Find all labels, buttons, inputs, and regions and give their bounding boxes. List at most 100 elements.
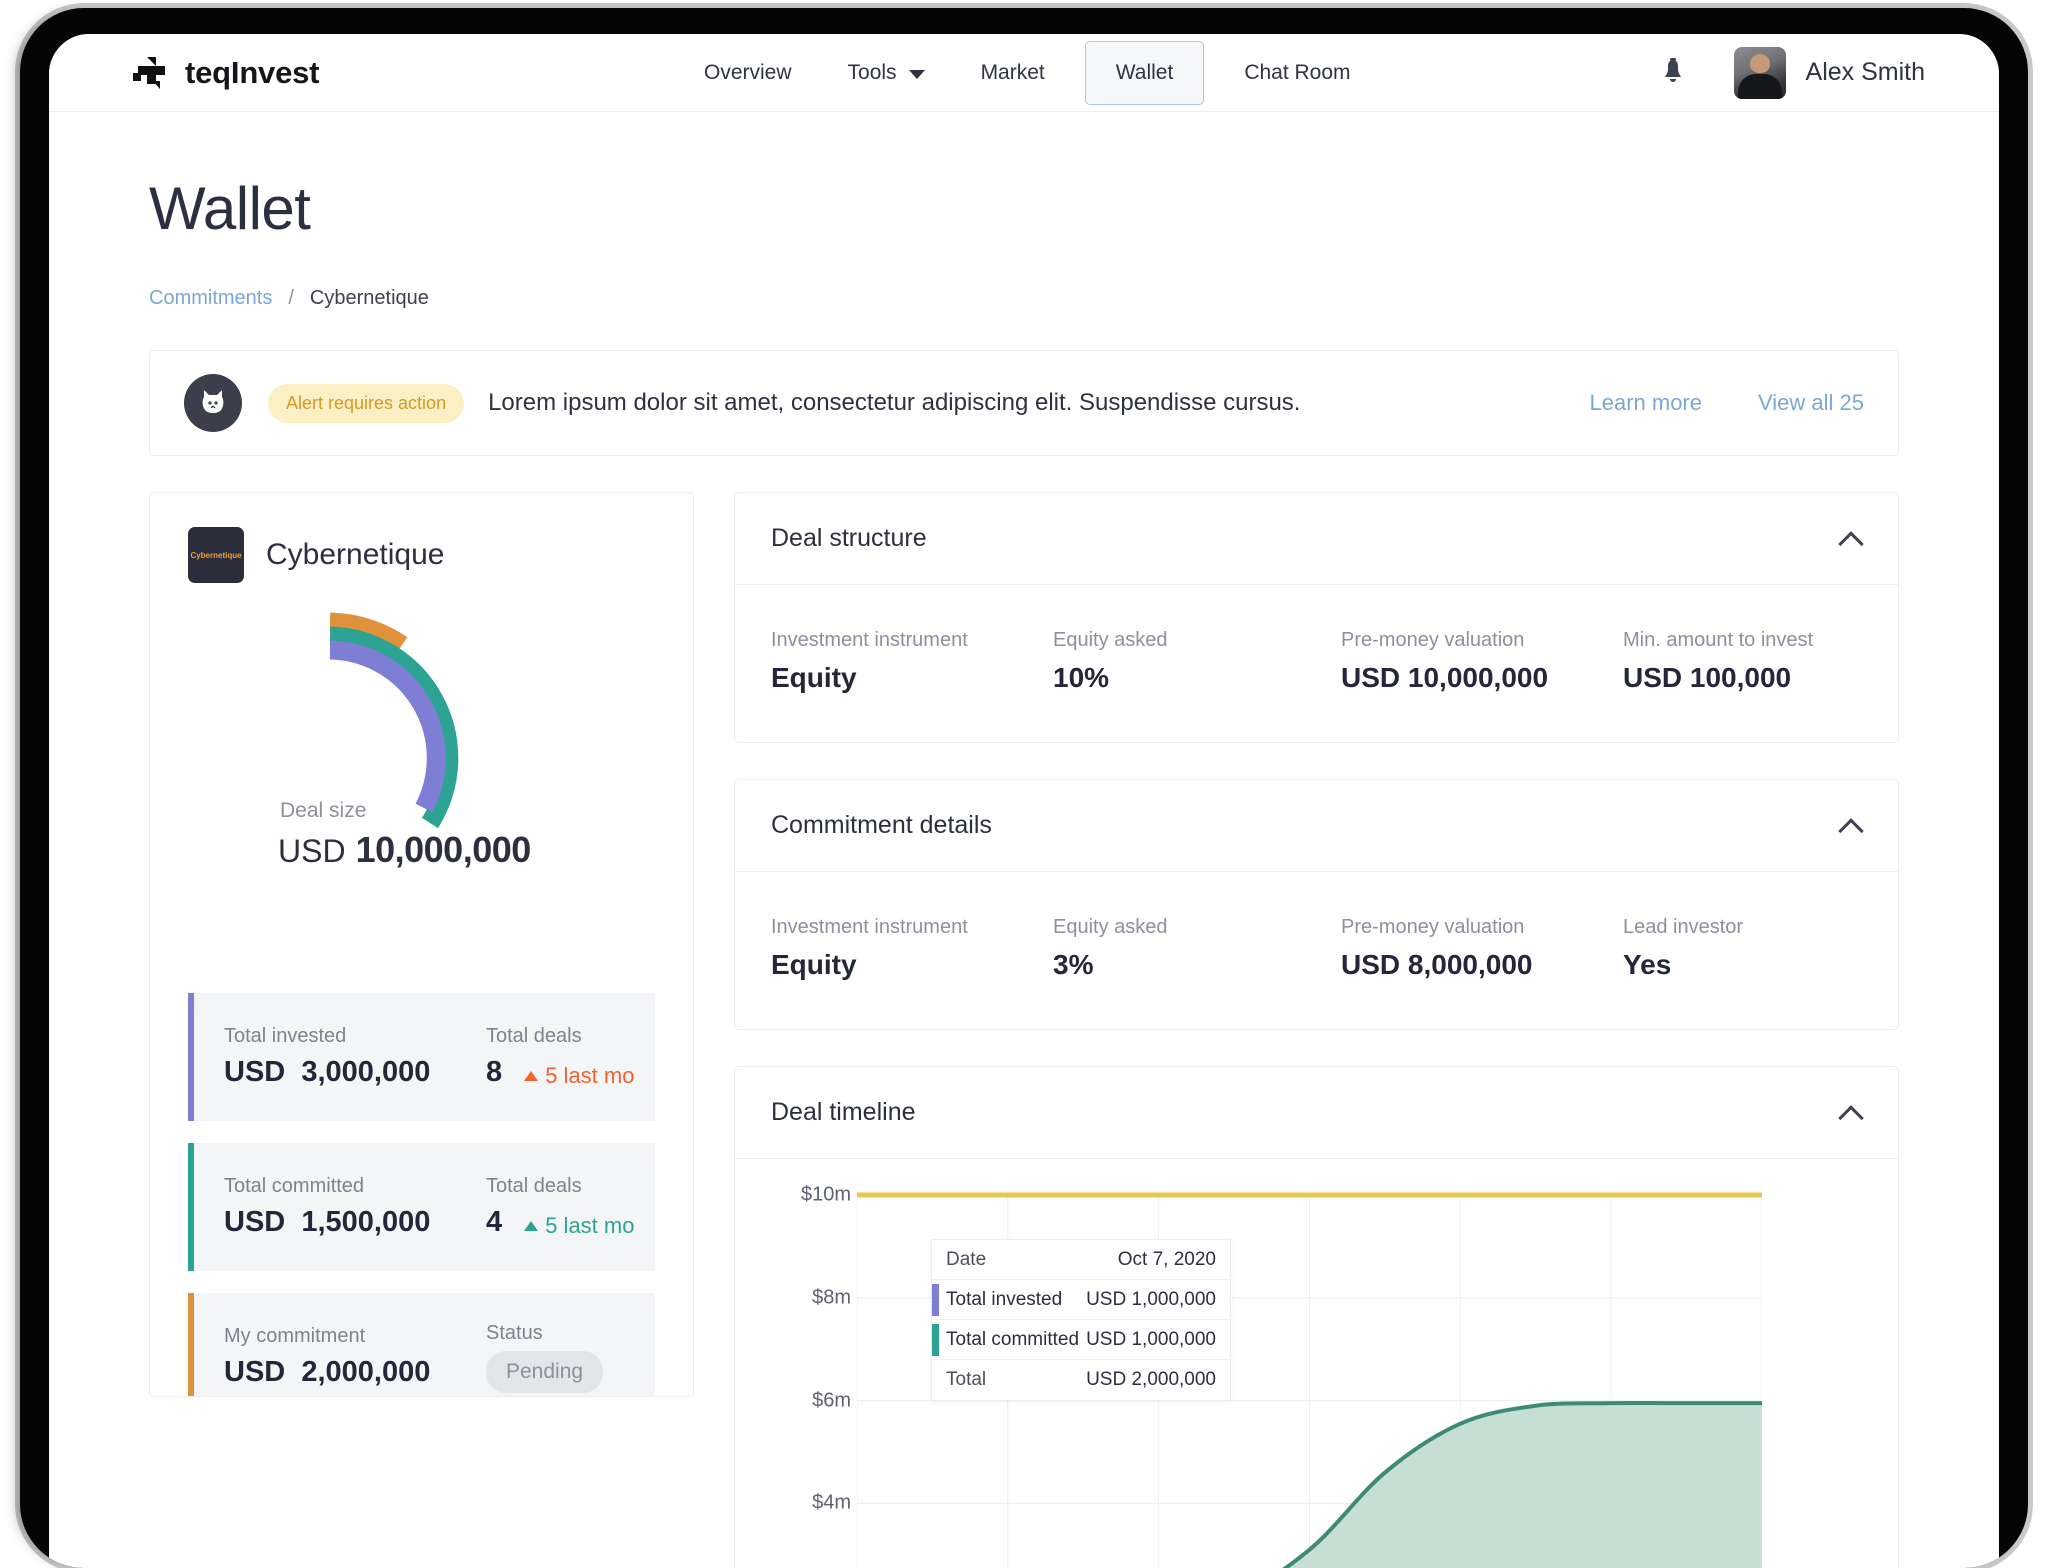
view-all-link[interactable]: View all 25 <box>1758 390 1864 416</box>
tooltip-key: Total invested <box>946 1288 1063 1310</box>
triangle-up-icon <box>524 1071 539 1081</box>
field-investment-instrument: Investment instrument Equity <box>771 629 1053 694</box>
stat-label: My commitment <box>224 1325 366 1347</box>
commitment-details-panel: Commitment details Investment instrument… <box>734 779 1899 1030</box>
field-pre-money-valuation: Pre-money valuation USD 8,000,000 <box>1341 916 1623 981</box>
nav-item-chat-room[interactable]: Chat Room <box>1244 41 1350 105</box>
stat-value: USD 2,000,000 <box>224 1356 486 1389</box>
deal-timeline-chart[interactable]: $10m$8m$6m$4m$2m Date Oct 7, 2020 Total … <box>735 1159 1898 1568</box>
nav-item-overview-label: Overview <box>704 60 792 84</box>
user-menu[interactable]: Alex Smith <box>1733 46 1925 99</box>
learn-more-link[interactable]: Learn more <box>1589 390 1702 416</box>
stat-delta-label: 5 last mo <box>545 1063 635 1088</box>
panel-title: Deal structure <box>771 524 927 552</box>
stat-secondary: Status Pending <box>486 1322 604 1393</box>
stat-card-total-invested: Total invested USD 3,000,000 Total deals… <box>188 993 655 1121</box>
stat-secondary: Total deals 8 5 last mo <box>486 1025 634 1089</box>
chevron-down-icon <box>908 69 925 79</box>
field-value: Equity <box>771 662 857 693</box>
company-header: Cybernetique Cybernetique <box>188 527 655 583</box>
content-columns: Cybernetique Cybernetique Deal size USD … <box>149 492 1899 1568</box>
tooltip-key: Date <box>946 1248 987 1270</box>
panel-title: Deal timeline <box>771 1098 916 1126</box>
breadcrumb-current: Cybernetique <box>309 287 429 309</box>
deal-structure-panel: Deal structure Investment instrument Equ… <box>734 492 1899 743</box>
deal-size-currency: USD <box>278 833 346 869</box>
chart-y-tick-label: $10m <box>800 1183 851 1206</box>
chart-tooltip: Date Oct 7, 2020 Total invested USD 1,00… <box>931 1239 1231 1401</box>
tooltip-row-total-committed: Total committed USD 1,000,000 <box>932 1320 1230 1360</box>
stat-currency: USD <box>224 1206 286 1238</box>
field-pre-money-valuation: Pre-money valuation USD 10,000,000 <box>1341 629 1623 694</box>
brand-name: teqInvest <box>185 54 320 90</box>
page-title: Wallet <box>149 175 311 242</box>
commitment-details-header[interactable]: Commitment details <box>735 780 1898 872</box>
deal-timeline-header[interactable]: Deal timeline <box>735 1067 1898 1159</box>
field-value: USD 8,000,000 <box>1341 949 1533 980</box>
stat-label: Total committed <box>224 1175 365 1197</box>
stat-deal-count: 8 <box>486 1056 503 1088</box>
stat-delta-label: 5 last mo <box>545 1213 635 1238</box>
stat-secondary-label: Total deals <box>486 1175 582 1197</box>
tooltip-row-date: Date Oct 7, 2020 <box>932 1240 1230 1280</box>
tooltip-value: USD 1,000,000 <box>1086 1288 1216 1310</box>
stat-delta: 5 last mo <box>524 1213 634 1239</box>
tablet-device-frame: teqInvest Overview Tools Market Wallet C… <box>20 8 2028 1568</box>
field-row: Investment instrument Equity Equity aske… <box>771 629 1862 694</box>
company-name: Cybernetique <box>266 538 445 571</box>
tooltip-value: Oct 7, 2020 <box>1117 1248 1216 1270</box>
company-summary-card: Cybernetique Cybernetique Deal size USD … <box>149 492 694 1397</box>
deal-size-gauge: Deal size USD 10,000,000 <box>188 601 655 971</box>
deal-structure-header[interactable]: Deal structure <box>735 493 1898 585</box>
stat-secondary-value: 4 5 last mo <box>486 1206 634 1239</box>
stat-currency: USD <box>224 1056 286 1088</box>
alert-actions: Learn more View all 25 <box>1589 390 1864 416</box>
chevron-up-icon[interactable] <box>1840 528 1862 550</box>
nav-item-tools-label: Tools <box>847 60 897 84</box>
nav-right-cluster: Alex Smith <box>1660 46 1925 99</box>
field-value: 3% <box>1053 949 1094 980</box>
nav-item-wallet[interactable]: Wallet <box>1084 40 1205 105</box>
top-navigation-bar: teqInvest Overview Tools Market Wallet C… <box>49 34 1999 112</box>
chevron-up-icon[interactable] <box>1840 1102 1862 1124</box>
status-badge: Alert requires action <box>268 383 465 423</box>
breadcrumb-separator: / <box>288 287 294 309</box>
nav-item-overview[interactable]: Overview <box>704 41 792 105</box>
field-min-amount-to-invest: Min. amount to invest USD 100,000 <box>1623 629 1813 694</box>
deal-size-value: USD 10,000,000 <box>278 829 531 871</box>
brand-logo[interactable]: teqInvest <box>131 53 319 93</box>
stat-secondary: Total deals 4 5 last mo <box>486 1175 634 1239</box>
stat-value: USD 1,500,000 <box>224 1206 486 1239</box>
nav-item-tools[interactable]: Tools <box>848 41 925 105</box>
nav-item-market[interactable]: Market <box>981 41 1045 105</box>
nav-item-market-label: Market <box>980 60 1045 84</box>
field-key: Lead investor <box>1623 916 1744 938</box>
nav-item-wallet-label: Wallet <box>1115 60 1174 84</box>
stat-primary: Total invested USD 3,000,000 <box>224 1025 486 1089</box>
stat-secondary-value: 8 5 last mo <box>486 1056 634 1089</box>
cat-avatar-icon <box>184 374 242 432</box>
field-equity-asked: Equity asked 3% <box>1053 916 1341 981</box>
notifications-bell-icon[interactable] <box>1660 57 1686 88</box>
breadcrumb-link-commitments[interactable]: Commitments <box>149 287 272 310</box>
field-investment-instrument: Investment instrument Equity <box>771 916 1053 981</box>
tooltip-value: USD 2,000,000 <box>1086 1369 1216 1390</box>
status-badge-pending: Pending <box>486 1350 604 1393</box>
stat-deal-count: 4 <box>486 1206 503 1238</box>
triangle-up-icon <box>524 1221 539 1231</box>
field-lead-investor: Lead investor Yes <box>1623 916 1743 981</box>
stat-currency: USD <box>224 1356 286 1388</box>
avatar <box>1733 46 1786 99</box>
field-row: Investment instrument Equity Equity aske… <box>771 916 1862 981</box>
stat-card-my-commitment: My commitment USD 2,000,000 Status Pendi… <box>188 1293 655 1396</box>
tablet-screen: teqInvest Overview Tools Market Wallet C… <box>49 34 1999 1568</box>
chevron-up-icon[interactable] <box>1840 815 1862 837</box>
field-key: Investment instrument <box>771 629 968 651</box>
teqinvest-logo-icon <box>131 53 171 93</box>
breadcrumb: Commitments / Cybernetique <box>149 287 1899 310</box>
stat-label: Total invested <box>224 1025 347 1047</box>
chart-y-tick-label: $4m <box>812 1491 851 1514</box>
nav-item-chat-room-label: Chat Room <box>1244 60 1351 84</box>
chart-y-tick-label: $8m <box>812 1286 851 1309</box>
commitment-details-body: Investment instrument Equity Equity aske… <box>735 872 1898 1029</box>
